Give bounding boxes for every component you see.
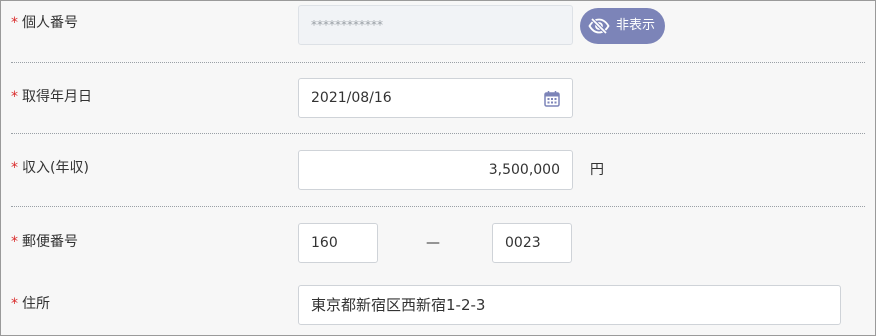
required-mark: *	[11, 89, 18, 105]
my-number-label-text: 個人番号	[22, 15, 78, 31]
postal-code-label-text: 郵便番号	[22, 234, 78, 250]
postal-code-separator: —	[426, 235, 440, 251]
required-mark: *	[11, 234, 18, 250]
my-number-label: * 個人番号	[11, 14, 78, 32]
form-panel: * 個人番号 ************ 非表示 * 取得年月日 2021/08/16…	[0, 0, 876, 336]
acquired-date-value: 2021/08/16	[311, 90, 392, 106]
acquired-date-label-text: 取得年月日	[22, 89, 92, 105]
eye-slash-icon	[588, 18, 610, 34]
calendar-icon[interactable]	[544, 90, 560, 107]
income-field[interactable]: 3,500,000	[298, 150, 573, 190]
hide-toggle-label: 非表示	[616, 18, 656, 33]
address-field[interactable]: 東京都新宿区西新宿1-2-3	[298, 285, 841, 325]
acquired-date-field[interactable]: 2021/08/16	[298, 78, 573, 118]
postal-code-part1-field[interactable]: 160	[298, 223, 378, 263]
income-label-text: 収入(年収)	[22, 160, 89, 176]
postal-code-label: * 郵便番号	[11, 233, 78, 251]
postal-code-part2-field[interactable]: 0023	[492, 223, 572, 263]
row-divider	[11, 62, 865, 63]
income-unit: 円	[590, 162, 604, 178]
required-mark: *	[11, 296, 18, 312]
acquired-date-label: * 取得年月日	[11, 88, 92, 106]
row-divider	[11, 206, 865, 207]
address-label: * 住所	[11, 295, 50, 313]
hide-toggle-button[interactable]: 非表示	[580, 8, 666, 44]
income-label: * 収入(年収)	[11, 159, 89, 177]
row-divider	[11, 133, 865, 134]
required-mark: *	[11, 160, 18, 176]
address-label-text: 住所	[22, 296, 50, 312]
my-number-field[interactable]: ************	[298, 5, 573, 45]
required-mark: *	[11, 15, 18, 31]
